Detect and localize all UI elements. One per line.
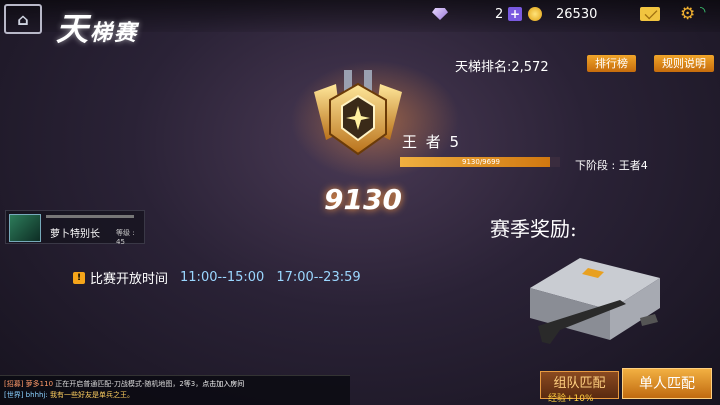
coin-currency: 26530 <box>528 5 597 23</box>
join-room-link[interactable]: 点击加入房间 <box>202 380 244 388</box>
diamond-icon <box>432 8 448 20</box>
avatar <box>9 214 41 242</box>
reward-crate-icon[interactable] <box>520 248 670 348</box>
diamond-count: 2 <box>495 6 504 22</box>
wifi-icon: ◝ <box>700 4 706 20</box>
chat-line-recruit: [招募] 萝多110 正在开启普通匹配-刀战模式-随机地图，2等3，点击加入房间 <box>4 380 245 388</box>
page-title: 天梯赛 <box>56 10 139 48</box>
rank-progress-text: 9130/9699 <box>462 158 500 166</box>
coin-icon <box>528 7 542 21</box>
player-card[interactable]: 萝卜特别长 等级 : 45 <box>5 210 145 246</box>
solo-match-button[interactable]: 单人匹配 <box>622 368 712 399</box>
time-slot-2: 17:00--23:59 <box>276 270 361 285</box>
warning-icon: ! <box>73 271 85 284</box>
season-reward-title: 赛季奖励: <box>490 217 577 241</box>
rank-badge-icon <box>314 70 402 156</box>
ladder-ranking: 天梯排名:2,572 <box>455 60 549 75</box>
chat-line-world: [世界] bhhhj: 我有一些好友是单兵之王。 <box>4 391 134 399</box>
mail-icon[interactable] <box>640 7 660 21</box>
plus-icon: + <box>508 7 522 21</box>
add-diamond-button[interactable]: + <box>508 5 522 23</box>
next-stage: 下阶段 : 王者4 <box>575 159 648 172</box>
rules-button[interactable]: 规则说明 <box>654 55 714 72</box>
team-bonus-label: 经验+10% <box>548 394 594 404</box>
player-level: 等级 : 45 <box>116 229 135 246</box>
rank-score: 9130 <box>324 183 402 216</box>
chat-panel[interactable]: [招募] 萝多110 正在开启普通匹配-刀战模式-随机地图，2等3，点击加入房间… <box>0 375 350 405</box>
back-button[interactable]: ⌂ <box>4 4 42 34</box>
back-home-icon: ⌂ <box>17 9 29 29</box>
tier-name: 王 者 5 <box>402 133 462 151</box>
time-slot-1: 11:00--15:00 <box>180 270 265 285</box>
diamond-currency <box>432 5 448 23</box>
leaderboard-button[interactable]: 排行榜 <box>587 55 636 72</box>
player-name: 萝卜特别长 <box>50 229 100 240</box>
xp-bar <box>46 215 134 218</box>
match-schedule: ! 比赛开放时间 11:00--15:00 17:00--23:59 <box>73 268 361 287</box>
gear-icon[interactable]: ⚙ <box>680 6 695 23</box>
